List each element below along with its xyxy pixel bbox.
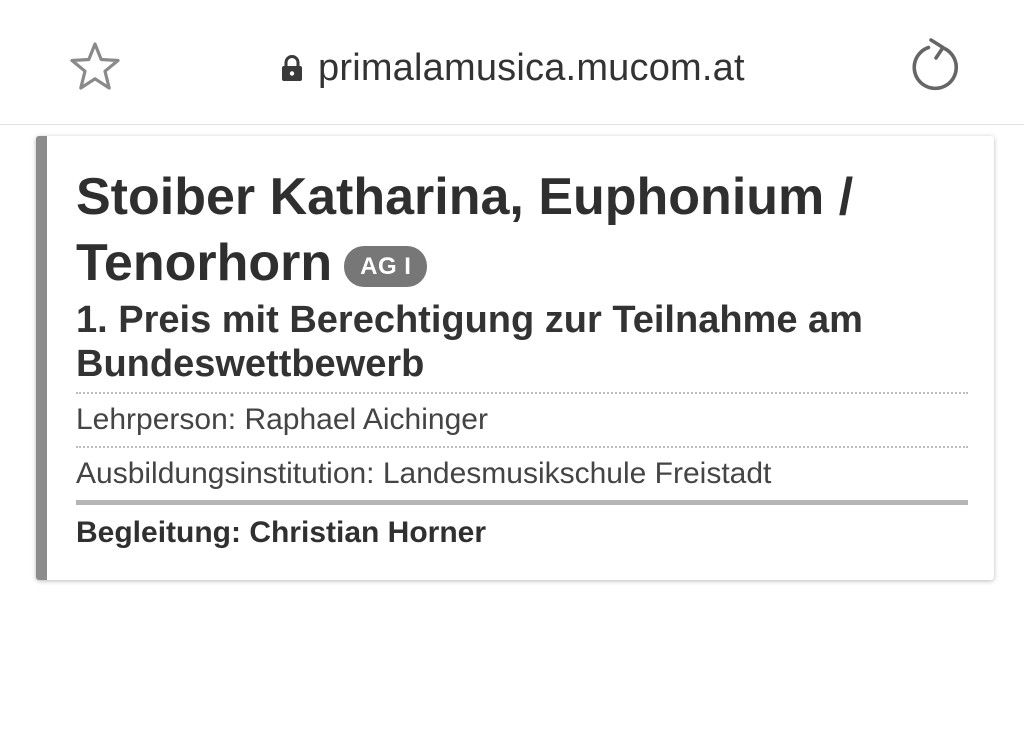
- browser-toolbar: primalamusica.mucom.at: [0, 0, 1024, 125]
- url-text: primalamusica.mucom.at: [318, 46, 745, 89]
- institution-row: Ausbildungsinstitution: Landesmusikschul…: [76, 448, 968, 505]
- reload-icon[interactable]: [906, 38, 964, 96]
- participant-name-instrument: Stoiber Katharina, Euphonium / Tenorhorn: [76, 168, 854, 292]
- result-card-content: Stoiber Katharina, Euphonium / Tenorhorn…: [76, 164, 968, 555]
- lock-icon: [280, 54, 304, 82]
- teacher-row: Lehrperson: Raphael Aichinger: [76, 394, 968, 448]
- address-bar[interactable]: primalamusica.mucom.at: [280, 44, 745, 92]
- star-icon[interactable]: [68, 40, 122, 94]
- age-group-badge: AG I: [344, 246, 428, 287]
- participant-title: Stoiber Katharina, Euphonium / Tenorhorn…: [76, 164, 968, 296]
- result-card: Stoiber Katharina, Euphonium / Tenorhorn…: [36, 136, 994, 580]
- prize-text: 1. Preis mit Berechtigung zur Teilnahme …: [76, 298, 968, 394]
- accompaniment-row: Begleitung: Christian Horner: [76, 516, 487, 549]
